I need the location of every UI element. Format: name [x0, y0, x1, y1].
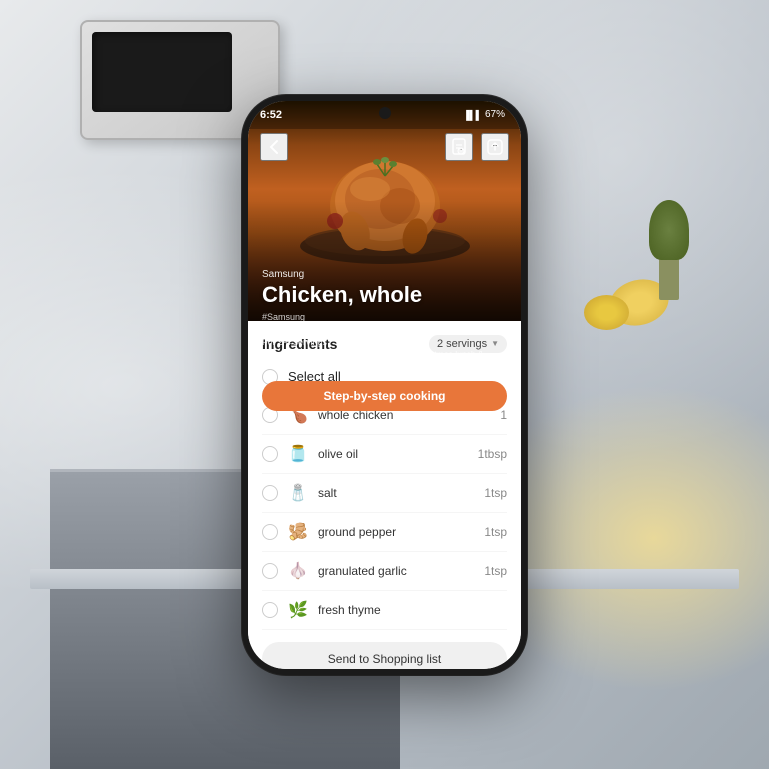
recipe-info-overlay: Samsung Chicken, whole #Samsung Prep 30 …: [248, 261, 521, 669]
phone-device: 6:52 ▐▌▌ 67%: [242, 95, 527, 675]
phone-screen: 6:52 ▐▌▌ 67%: [248, 101, 521, 669]
recipe-description: Roast chicken is perfect for Sunday and …: [262, 349, 507, 371]
camera-notch: [379, 107, 391, 119]
status-time: 6:52: [260, 109, 282, 121]
plant-decoration: [649, 200, 689, 300]
back-button[interactable]: [260, 133, 288, 161]
bookmark-button[interactable]: [445, 133, 473, 161]
battery-icon: 67%: [485, 109, 505, 120]
signal-icon: ▐▌▌: [463, 110, 482, 120]
lemon2-decoration: [584, 295, 629, 330]
recipe-tag: #Samsung: [262, 312, 507, 322]
status-icons: ▐▌▌ 67%: [463, 109, 505, 120]
step-by-step-button[interactable]: Step-by-step cooking: [262, 381, 507, 411]
recipe-meta: Prep 30 m Cook 60 m Calories 2764.33 Kca…: [262, 325, 507, 335]
recipe-servings-note: For 2-4 servings: [262, 337, 507, 347]
navigation-bar: [248, 129, 521, 165]
phone-frame: 6:52 ▐▌▌ 67%: [242, 95, 527, 675]
share-button[interactable]: [481, 133, 509, 161]
recipe-source: Samsung: [262, 269, 507, 280]
recipe-title: Chicken, whole: [262, 282, 507, 308]
nav-actions-group: [445, 133, 509, 161]
